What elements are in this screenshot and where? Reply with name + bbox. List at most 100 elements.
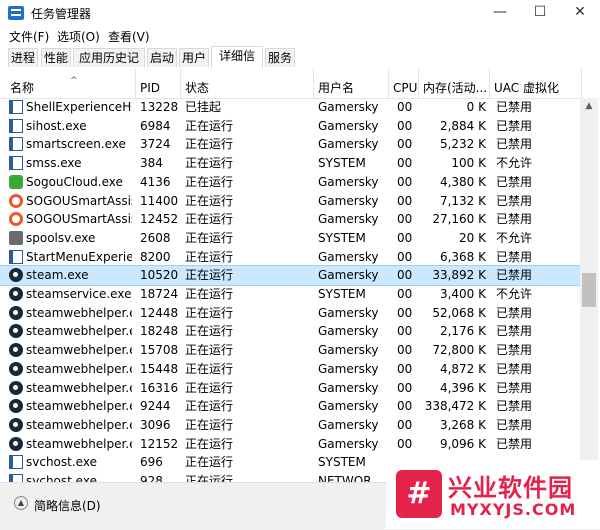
column-header: ^ 名称 PID 状态 用户名 CPU 内存(活动... UAC 虚拟化 (0, 68, 600, 99)
process-name: smartscreen.exe (26, 137, 126, 152)
process-pid: 3096 (140, 417, 171, 432)
process-memory: 27,160 K (432, 212, 486, 227)
column-pid[interactable]: PID (136, 68, 181, 98)
window-icon (9, 474, 23, 482)
fewer-details-button[interactable]: 简略信息(D) (34, 497, 101, 514)
column-name[interactable]: ^ 名称 (6, 68, 136, 98)
process-uac: 已禁用 (496, 324, 533, 339)
steam-icon (9, 324, 23, 339)
process-uac: 不允许 (496, 230, 533, 245)
process-user: Gamersky (318, 361, 379, 376)
menu-file[interactable]: 文件(F) (9, 28, 49, 45)
process-row[interactable]: steamservice.exe 18724 正在运行 SYSTEM 00 3,400 K… (0, 285, 580, 304)
minimize-button[interactable]: — (480, 0, 520, 26)
process-user: Gamersky (318, 417, 379, 432)
process-name: steamwebhelper.exe (26, 380, 132, 395)
menu-view[interactable]: 查看(V) (108, 28, 150, 45)
process-row[interactable]: steamwebhelper.exe 3096 正在运行 Gamersky 00 3,26… (0, 416, 580, 435)
process-user: Gamersky (318, 380, 379, 395)
menu-bar: 文件(F) 选项(O) 查看(V) (0, 26, 600, 46)
tab-services[interactable]: 服务 (265, 48, 295, 67)
process-row[interactable]: steamwebhelper.exe 18248 正在运行 Gamersky 00 2,1… (0, 322, 580, 341)
maximize-button[interactable]: ☐ (520, 0, 560, 26)
sogou-smart-icon (9, 212, 23, 227)
column-uac[interactable]: UAC 虚拟化 (490, 68, 582, 98)
process-row[interactable]: StartMenuExperien... 8200 正在运行 Gamersky 00 6,… (0, 248, 580, 267)
process-cpu: 00 (397, 268, 413, 283)
title-bar: 任务管理器 — ☐ ✕ (0, 0, 600, 26)
tab-details[interactable]: 详细信息 (211, 46, 263, 82)
column-cpu[interactable]: CPU (389, 68, 419, 98)
process-cpu: 00 (397, 100, 413, 114)
process-row[interactable]: steam.exe 10520 正在运行 Gamersky 00 33,892 K 已禁用 (0, 265, 580, 286)
process-memory: 7,132 K (439, 193, 486, 208)
process-row[interactable]: sihost.exe 6984 正在运行 Gamersky 00 2,884 K 已禁用 (0, 117, 580, 136)
process-status: 正在运行 (185, 436, 234, 451)
process-status: 正在运行 (185, 287, 234, 301)
scroll-thumb[interactable] (582, 273, 596, 307)
process-cpu: 00 (397, 343, 413, 358)
process-user: Gamersky (318, 174, 379, 189)
column-status[interactable]: 状态 (181, 68, 314, 98)
chevron-up-icon[interactable]: ▲ (14, 496, 28, 510)
process-memory: 20 K (459, 230, 486, 245)
process-name: steamwebhelper.exe (26, 324, 132, 339)
process-memory: 0 K (466, 100, 486, 114)
process-memory: 3,268 K (439, 417, 486, 432)
process-uac: 已禁用 (496, 380, 533, 395)
process-memory: 100 K (451, 156, 486, 171)
process-row[interactable]: SOGOUSmartAssis... 12452 正在运行 Gamersky 00 27,… (0, 210, 580, 229)
process-row[interactable]: steamwebhelper.exe 15708 正在运行 Gamersky 00 72,… (0, 341, 580, 360)
steam-icon (9, 436, 23, 451)
process-status: 正在运行 (185, 174, 234, 189)
process-row[interactable]: smartscreen.exe 3724 正在运行 Gamersky 00 5,232 K… (0, 135, 580, 154)
process-user: Gamersky (318, 324, 379, 339)
scroll-up-icon[interactable]: ▲ (584, 101, 594, 111)
process-uac: 不允许 (496, 156, 533, 171)
process-name: sihost.exe (26, 118, 87, 133)
process-uac: 已禁用 (496, 212, 533, 227)
process-row[interactable]: spoolsv.exe 2608 正在运行 SYSTEM 00 20 K 不允许 (0, 229, 580, 248)
process-memory: 9,096 K (439, 436, 486, 451)
process-row[interactable]: SogouCloud.exe 4136 正在运行 Gamersky 00 4,380 K 已… (0, 173, 580, 192)
process-name: steamwebhelper.exe (26, 361, 132, 376)
menu-options[interactable]: 选项(O) (57, 28, 100, 45)
vertical-scrollbar[interactable]: ▲ ▼ (580, 98, 598, 482)
process-row[interactable]: steamwebhelper.exe 15448 正在运行 Gamersky 00 4,8… (0, 360, 580, 379)
process-pid: 928 (140, 474, 163, 482)
process-uac: 已禁用 (496, 174, 533, 189)
process-user: Gamersky (318, 118, 379, 133)
process-cpu: 00 (397, 212, 413, 227)
window-icon (9, 156, 23, 171)
tab-performance[interactable]: 性能 (41, 48, 71, 67)
column-name-label: 名称 (10, 81, 35, 95)
process-cpu: 00 (397, 361, 413, 376)
process-status: 正在运行 (185, 417, 234, 432)
steam-icon (9, 287, 23, 301)
process-name: steamwebhelper.exe (26, 436, 132, 451)
process-row[interactable]: steamwebhelper.exe 12152 正在运行 Gamersky 00 9,0… (0, 435, 580, 454)
process-user: SYSTEM (318, 156, 366, 171)
process-row[interactable]: steamwebhelper.exe 9244 正在运行 Gamersky 00 338,… (0, 397, 580, 416)
process-uac: 已禁用 (496, 399, 533, 414)
process-pid: 6984 (140, 118, 171, 133)
process-status: 正在运行 (185, 268, 234, 283)
tab-startup[interactable]: 启动 (147, 48, 177, 67)
close-button[interactable]: ✕ (560, 0, 600, 26)
process-row[interactable]: smss.exe 384 正在运行 SYSTEM 00 100 K 不允许 (0, 154, 580, 173)
process-cpu: 00 (397, 137, 413, 152)
process-row[interactable]: ShellExperienceHo... 13228 已挂起 Gamersky 00 0 … (0, 98, 580, 117)
column-username[interactable]: 用户名 (314, 68, 389, 98)
process-name: SOGOUSmartAssis... (26, 193, 132, 208)
process-user: Gamersky (318, 137, 379, 152)
tab-app-history[interactable]: 应用历史记录 (73, 48, 145, 84)
process-status: 正在运行 (185, 361, 234, 376)
process-pid: 384 (140, 156, 163, 171)
process-cpu: 00 (397, 118, 413, 133)
tab-processes[interactable]: 进程 (8, 48, 38, 67)
process-row[interactable]: steamwebhelper.exe 12448 正在运行 Gamersky 00 52,… (0, 304, 580, 323)
tab-users[interactable]: 用户 (179, 48, 209, 67)
process-row[interactable]: SOGOUSmartAssis... 11400 正在运行 Gamersky 00 7,1… (0, 192, 580, 211)
process-row[interactable]: steamwebhelper.exe 16316 正在运行 Gamersky 00 4,3… (0, 379, 580, 398)
column-memory[interactable]: 内存(活动... (419, 68, 490, 98)
